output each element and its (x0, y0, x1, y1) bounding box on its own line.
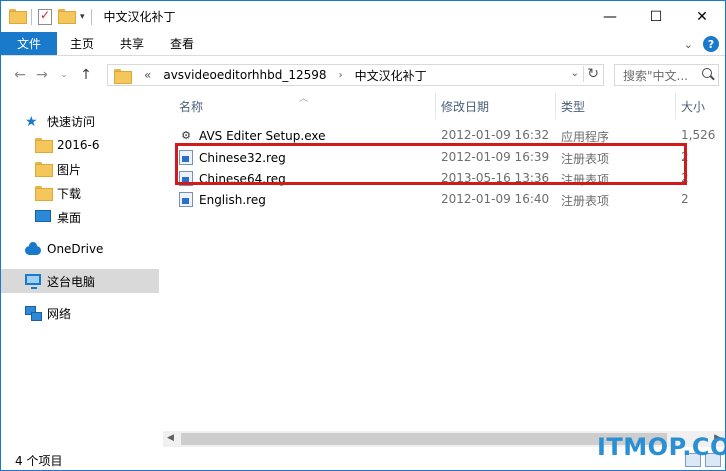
help-icon[interactable]: ? (703, 36, 719, 52)
nav-item-onedrive[interactable]: OneDrive (1, 237, 159, 261)
back-arrow-icon[interactable]: ← (9, 67, 31, 83)
nav-item-label: 网络 (47, 306, 72, 321)
up-arrow-icon[interactable]: ↑ (75, 67, 97, 83)
column-header-date[interactable]: 修改日期 (435, 93, 489, 119)
new-folder-icon[interactable] (58, 8, 76, 25)
properties-icon[interactable] (38, 8, 52, 25)
ribbon-right: ⌄ ? (684, 36, 719, 52)
folder-icon (35, 162, 53, 177)
folder-icon (35, 186, 53, 201)
column-header-type[interactable]: 类型 (555, 93, 585, 119)
nav-item-label: 2016-6 (57, 138, 100, 152)
navigation-bar: ← → ⌄ ↑ « avsvideoeditorhhbd_12598 › 中文汉… (1, 57, 725, 93)
maximize-button[interactable]: ☐ (633, 1, 679, 32)
exe-icon: ⚙ (181, 129, 191, 142)
nav-item-label: 下载 (57, 186, 82, 201)
cloud-icon (25, 242, 41, 256)
window-controls: — ☐ ✕ (587, 1, 725, 32)
search-icon (702, 68, 712, 78)
folder-icon (114, 68, 132, 84)
item-count: 4 个项目 (15, 453, 63, 468)
watermark-logo: ITMOP.COM (597, 433, 725, 461)
nav-item-network[interactable]: 网络 (1, 301, 159, 325)
tab-file[interactable]: 文件 (1, 32, 57, 55)
file-date: 2012-01-09 16:32 (441, 128, 550, 142)
file-row[interactable]: English.reg 2012-01-09 16:40 注册表项 2 (173, 189, 725, 210)
search-placeholder: 搜索"中文... (623, 68, 688, 83)
nav-item-desktop[interactable]: 桌面 (1, 205, 159, 229)
ribbon-tabs: 文件 主页 共享 查看 ⌄ ? (1, 32, 725, 56)
window-title: 中文汉化补丁 (103, 10, 176, 24)
breadcrumb-item[interactable]: 中文汉化补丁 (349, 67, 433, 84)
scroll-left-icon[interactable]: ◀ (167, 433, 174, 443)
sort-ascending-icon: ︿ (299, 94, 309, 104)
folder-icon (9, 8, 27, 25)
expand-ribbon-chevron-icon[interactable]: ⌄ (684, 38, 693, 51)
nav-item-this-pc[interactable]: 这台电脑 (1, 269, 159, 293)
file-name: AVS Editer Setup.exe (199, 128, 326, 143)
divider (90, 8, 92, 25)
column-header-size[interactable]: 大小 (675, 93, 705, 119)
nav-item-label: 图片 (57, 162, 82, 177)
title-bar: ▾ 中文汉化补丁 — ☐ ✕ (1, 1, 725, 32)
customize-toolbar-dropdown[interactable]: ▾ (80, 12, 85, 22)
address-bar[interactable]: « avsvideoeditorhhbd_12598 › 中文汉化补丁 ⌄ ↻ (107, 64, 604, 86)
folder-icon (35, 138, 53, 153)
navigation-pane: ★ 快速访问 2016-6 图片 下载 桌面 OneDrive 这台电脑 网络 (1, 93, 161, 445)
quick-access-toolbar: ▾ (1, 1, 98, 32)
nav-item-label: 快速访问 (47, 114, 96, 129)
refresh-icon[interactable]: ↻ (583, 66, 599, 82)
nav-item-downloads[interactable]: 下载 (1, 181, 159, 205)
file-name: English.reg (199, 192, 266, 207)
column-headers: ︿ 名称 修改日期 类型 大小 (173, 93, 725, 119)
scrollbar-thumb[interactable] (181, 433, 667, 445)
explorer-window: ▾ 中文汉化补丁 — ☐ ✕ 文件 主页 共享 查看 ⌄ ? ← → ⌄ ↑ «… (0, 0, 726, 471)
forward-arrow-icon[interactable]: → (31, 67, 53, 83)
star-icon: ★ (25, 114, 38, 130)
breadcrumb-item[interactable]: avsvideoeditorhhbd_12598 (157, 68, 332, 82)
close-button[interactable]: ✕ (679, 1, 725, 32)
nav-item-label: 这台电脑 (47, 274, 96, 289)
recent-locations-dropdown-icon[interactable]: ⌄ (53, 70, 75, 80)
nav-item-pictures[interactable]: 图片 (1, 157, 159, 181)
file-size: 1,526 (681, 128, 716, 142)
column-header-name[interactable]: 名称 (173, 93, 203, 119)
tab-share[interactable]: 共享 (107, 32, 157, 55)
nav-item-2016-6[interactable]: 2016-6 (1, 133, 159, 157)
breadcrumb-overflow[interactable]: « (138, 68, 157, 82)
tab-view[interactable]: 查看 (157, 32, 207, 55)
address-dropdown-icon[interactable]: ⌄ (571, 68, 579, 79)
reg-icon (179, 192, 193, 207)
network-icon (25, 306, 42, 321)
nav-item-label: OneDrive (47, 242, 104, 256)
file-size: 2 (681, 192, 689, 206)
desktop-icon (35, 210, 51, 224)
file-date: 2012-01-09 16:40 (441, 192, 550, 206)
nav-item-quick-access[interactable]: ★ 快速访问 (1, 109, 159, 133)
search-input[interactable]: 搜索"中文... (614, 64, 719, 86)
tab-home[interactable]: 主页 (57, 32, 107, 55)
highlight-box (175, 143, 687, 185)
divider (31, 8, 32, 25)
computer-icon (25, 274, 41, 289)
breadcrumb-chevron-icon[interactable]: › (333, 70, 349, 81)
file-type: 注册表项 (561, 194, 610, 208)
minimize-button[interactable]: — (587, 1, 633, 32)
nav-item-label: 桌面 (57, 210, 82, 225)
